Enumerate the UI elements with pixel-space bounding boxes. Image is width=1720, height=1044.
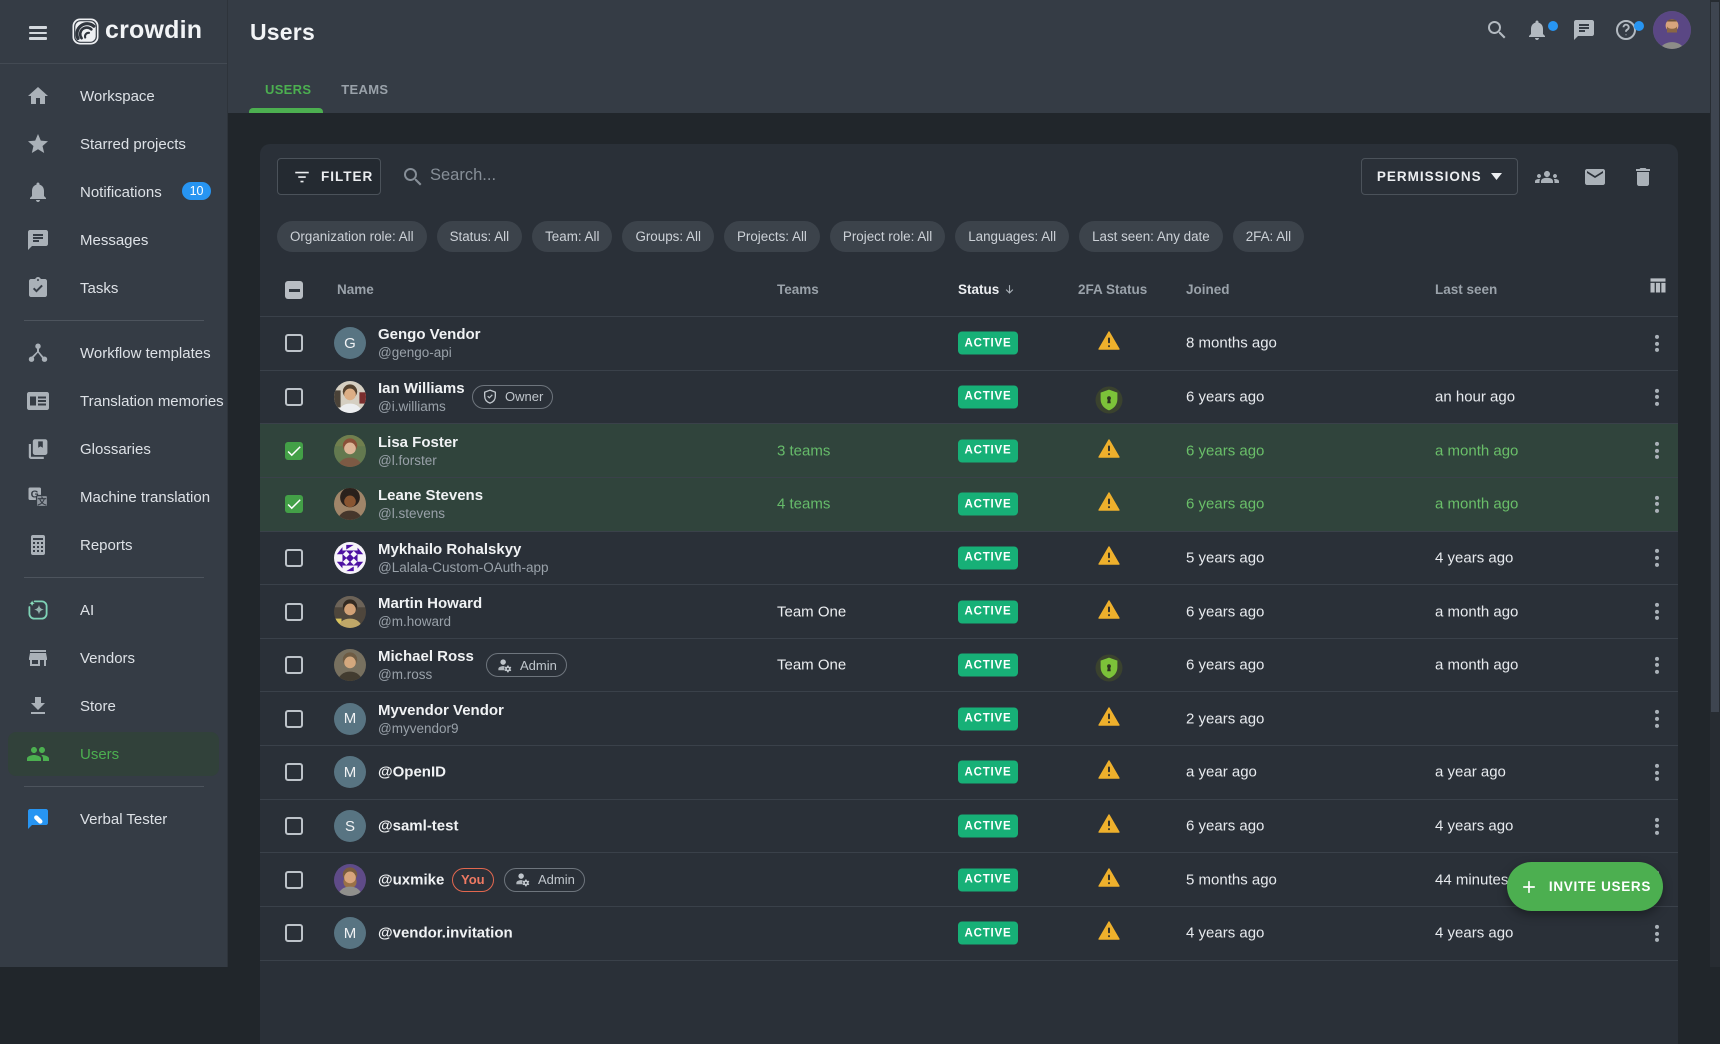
svg-text:文: 文 — [36, 496, 47, 507]
